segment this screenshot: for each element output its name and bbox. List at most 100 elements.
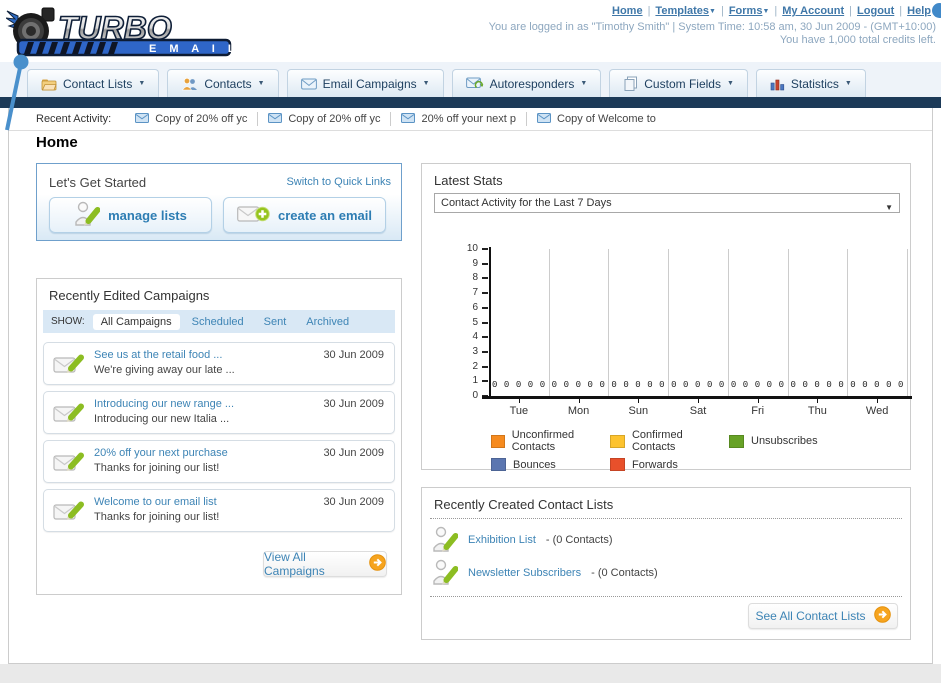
value-label: 0 [647, 380, 653, 390]
y-tick-label: 5 [472, 316, 478, 328]
nav-link-logout[interactable]: Logout [857, 5, 894, 17]
y-tick-mark [482, 248, 488, 250]
app-window: E M A I L TURBO Home | Templates ▼ | Forms ▼… [0, 0, 941, 683]
get-started-panel: Let's Get Started Switch to Quick Links … [36, 163, 402, 241]
mail-small-icon [268, 112, 283, 126]
arrow-circle-icon [369, 554, 386, 574]
value-label: 0 [527, 380, 534, 390]
recent-activity-item[interactable]: Copy of 20% off yc [258, 112, 390, 126]
autoresponder-icon [465, 77, 484, 90]
value-label: 0 [718, 380, 725, 390]
value-label: 0 [766, 380, 773, 390]
tab-label: Email Campaigns [322, 76, 417, 91]
manage-lists-button[interactable]: manage lists [49, 197, 212, 233]
contact-lists-panel: Recently Created Contact Lists Exhibitio… [421, 487, 911, 640]
value-label: 0 [563, 380, 570, 390]
filter-scheduled[interactable]: Scheduled [184, 314, 252, 330]
y-tick-mark [482, 321, 488, 324]
filter-archived[interactable]: Archived [298, 314, 357, 330]
content-area: Recent Activity: Copy of 20% off yc Copy … [8, 108, 933, 664]
contact-lists-title: Recently Created Contact Lists [434, 497, 614, 512]
campaign-title-link[interactable]: See us at the retail food ... [94, 349, 222, 361]
contact-list-name-link[interactable]: Exhibition List [468, 534, 536, 546]
campaign-edit-icon [53, 351, 85, 381]
value-label: 0 [886, 380, 892, 390]
value-label: 0 [539, 380, 546, 390]
recent-activity-item-label: Copy of Welcome to [557, 113, 656, 125]
tab-custom-fields[interactable]: Custom Fields ▼ [609, 69, 748, 97]
tab-email-campaigns[interactable]: Email Campaigns ▼ [286, 69, 444, 97]
credits-text: You have 1,000 total credits left. [779, 34, 936, 46]
campaign-date: 30 Jun 2009 [323, 349, 384, 361]
list-edit-icon [432, 525, 459, 556]
y-tick-label: 9 [472, 257, 478, 269]
campaign-card: 20% off your next purchase Thanks for joi… [43, 440, 395, 483]
x-axis-label: Sun [628, 405, 649, 417]
tab-contact-lists[interactable]: Contact Lists ▼ [27, 69, 160, 97]
turbo-email-logo: E M A I L TURBO [6, 7, 235, 57]
navy-divider-bar [0, 97, 941, 108]
recent-activity-item[interactable]: Copy of Welcome to [527, 112, 666, 126]
nav-link-templates[interactable]: Templates ▼ [655, 5, 716, 17]
envelope-icon [300, 78, 317, 90]
value-label: 0 [778, 380, 784, 390]
recent-activity-item[interactable]: 20% off your next p [391, 112, 526, 126]
filter-sent[interactable]: Sent [256, 314, 295, 330]
y-tick-label: 7 [472, 287, 478, 299]
legend-item-bounces: Bounces [491, 458, 610, 471]
see-all-contact-lists-button[interactable]: See All Contact Lists [748, 603, 898, 629]
filter-all-campaigns[interactable]: All Campaigns [92, 313, 180, 330]
x-axis-label: Thu [807, 405, 827, 417]
create-email-button[interactable]: create an email [223, 197, 386, 233]
latest-stats-title: Latest Stats [434, 173, 503, 188]
campaign-title-link[interactable]: Welcome to our email list [94, 496, 217, 508]
tab-statistics[interactable]: Statistics ▼ [755, 69, 866, 97]
y-tick-mark [482, 306, 488, 309]
campaign-subtitle: We're giving away our late ... [94, 364, 235, 376]
arrow-circle-icon [873, 606, 891, 626]
campaign-edit-icon [53, 400, 85, 430]
value-label: 0 [503, 380, 510, 390]
nav-link-home[interactable]: Home [612, 5, 643, 17]
value-label: 0 [754, 380, 761, 390]
folder-icon [41, 77, 57, 91]
list-edit-icon [74, 200, 101, 230]
gridline [787, 249, 789, 396]
y-tick-label: 2 [472, 360, 478, 372]
y-axis [489, 247, 491, 398]
tab-contacts[interactable]: Contacts ▼ [167, 69, 279, 97]
chevron-down-icon: ▼ [580, 80, 588, 87]
nav-link-forms[interactable]: Forms ▼ [729, 5, 770, 17]
contact-list-item: Newsletter Subscribers - (0 Contacts) [432, 559, 658, 587]
recent-activity-item-label: Copy of 20% off yc [288, 113, 381, 125]
y-tick-label: 0 [472, 390, 478, 401]
switch-quick-links-link[interactable]: Switch to Quick Links [286, 176, 391, 188]
y-tick-label: 1 [472, 375, 478, 387]
nav-link-my-account[interactable]: My Account [782, 5, 844, 17]
mail-small-icon [401, 112, 416, 126]
tab-autoresponders[interactable]: Autoresponders ▼ [451, 69, 602, 97]
recent-activity-item-label: 20% off your next p [421, 113, 517, 125]
contact-list-name-link[interactable]: Newsletter Subscribers [468, 567, 581, 579]
nav-link-help[interactable]: Help [907, 5, 931, 17]
x-tick-mark [817, 399, 819, 403]
stats-range-select[interactable]: Contact Activity for the Last 7 Days ▼ [434, 193, 900, 213]
campaign-title-link[interactable]: 20% off your next purchase [94, 447, 228, 459]
view-all-campaigns-label: View All Campaigns [264, 550, 325, 578]
y-tick-label: 8 [472, 272, 478, 284]
y-tick-mark [482, 277, 488, 280]
tab-label: Contacts [204, 76, 252, 91]
chevron-down-icon: ▼ [709, 8, 716, 15]
recent-activity-label: Recent Activity: [36, 113, 112, 125]
campaign-title-link[interactable]: Introducing our new range ... [94, 398, 234, 410]
stats-range-value: Contact Activity for the Last 7 Days [441, 197, 612, 209]
x-axis [482, 396, 912, 399]
chevron-down-icon: ▼ [422, 80, 430, 87]
recent-activity-item[interactable]: Copy of 20% off yc [125, 112, 257, 126]
contact-list-item: Exhibition List - (0 Contacts) [432, 526, 613, 554]
mail-small-icon [135, 112, 150, 126]
view-all-campaigns-button[interactable]: View All Campaigns [263, 550, 387, 578]
help-bubble-icon [932, 3, 941, 18]
gridline [907, 249, 908, 396]
page-footer [0, 664, 941, 683]
